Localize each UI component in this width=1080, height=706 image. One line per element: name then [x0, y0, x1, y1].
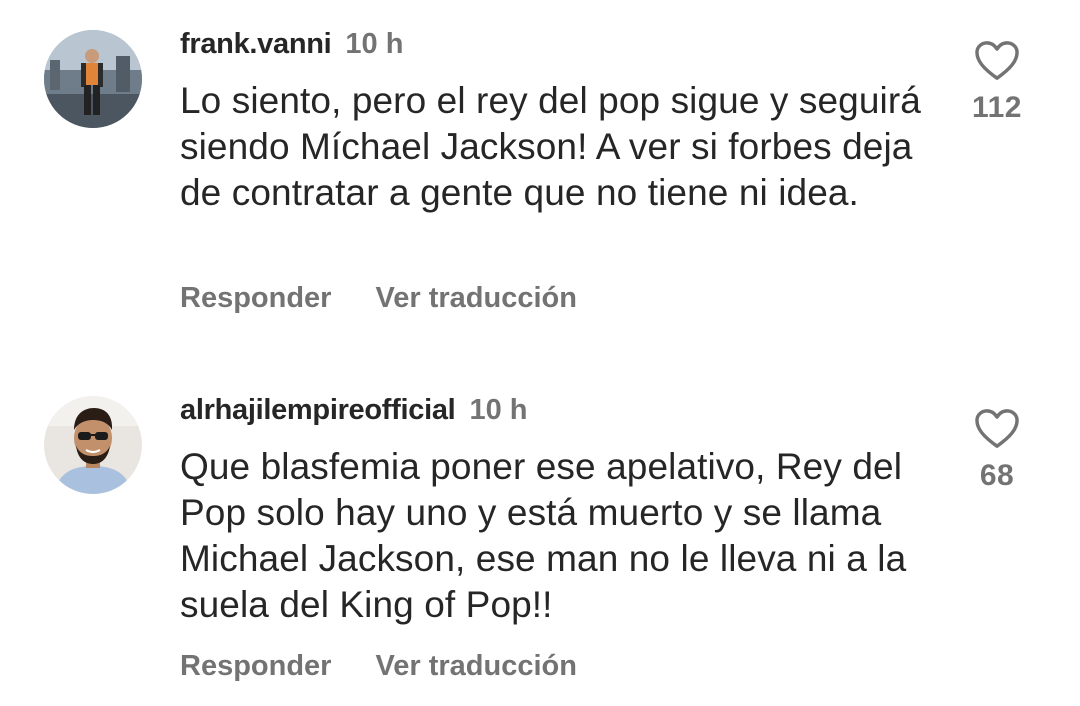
- comment-actions: Responder Ver traducción: [180, 278, 577, 318]
- comment-item: alrhajilempireofficial 10 h Que blasfemia…: [0, 366, 1080, 706]
- avatar[interactable]: [44, 30, 142, 128]
- comment-header: alrhajilempireofficial 10 h: [180, 390, 527, 430]
- avatar-photo-icon: [44, 396, 142, 494]
- reply-button[interactable]: Responder: [180, 282, 331, 314]
- comment-text: Lo siento, pero el rey del pop sigue y s…: [180, 80, 921, 213]
- see-translation-button[interactable]: Ver traducción: [375, 650, 576, 682]
- like-group: 68: [960, 408, 1034, 494]
- like-count: 112: [972, 91, 1022, 124]
- comment-actions: Responder Ver traducción: [180, 646, 577, 686]
- timestamp: 10 h: [469, 394, 528, 426]
- avatar-photo-icon: [44, 30, 142, 128]
- comment-text: Que blasfemia poner ese apelativo, Rey d…: [180, 446, 907, 625]
- heart-outline-icon[interactable]: [974, 40, 1020, 82]
- avatar[interactable]: [44, 396, 142, 494]
- username[interactable]: alrhajilempireofficial: [180, 394, 456, 426]
- username[interactable]: frank.vanni: [180, 28, 332, 60]
- like-count: 68: [979, 459, 1015, 492]
- see-translation-button[interactable]: Ver traducción: [375, 282, 576, 314]
- like-group: 112: [960, 40, 1034, 126]
- comment-header: frank.vanni 10 h: [180, 24, 403, 64]
- comment-item: frank.vanni 10 h Lo siento, pero el rey d…: [0, 0, 1080, 360]
- reply-button[interactable]: Responder: [180, 650, 331, 682]
- timestamp: 10 h: [345, 28, 404, 60]
- heart-outline-icon[interactable]: [974, 408, 1020, 450]
